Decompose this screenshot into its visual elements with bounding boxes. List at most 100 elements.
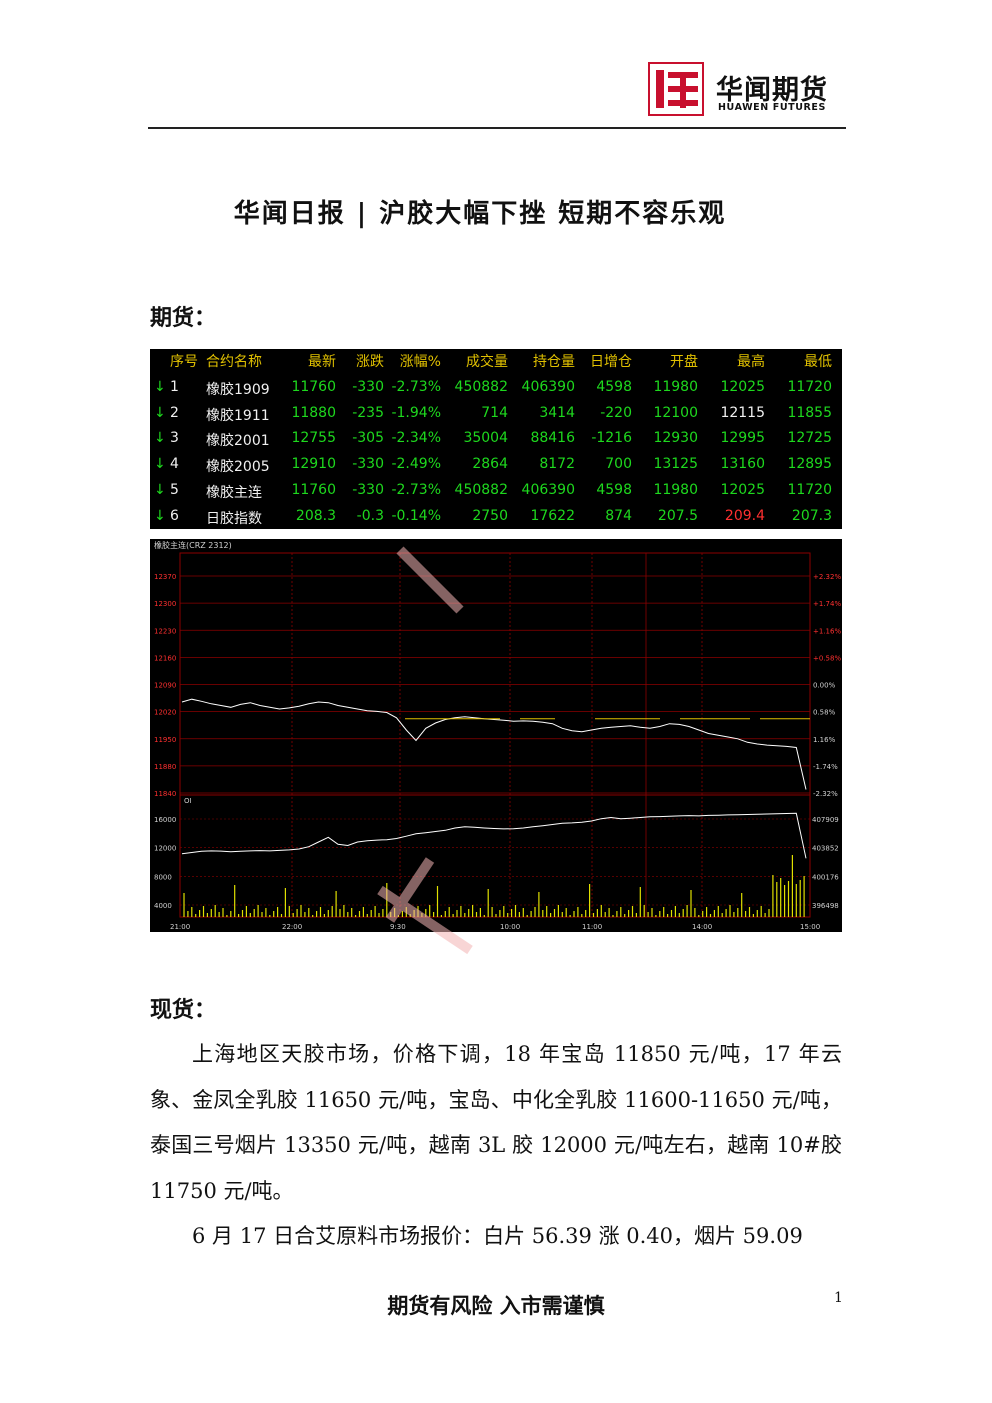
quote-open: 12930 [653, 430, 698, 447]
quote-oi: 3414 [539, 404, 575, 421]
quote-open: 207.5 [657, 507, 698, 524]
quote-row[interactable]: ↓ 5 橡胶主连 11760 -330 -2.73% 450882 406390 4598 119… [150, 478, 842, 504]
quote-doi: 4598 [596, 481, 632, 498]
quote-chg: -330 [352, 379, 384, 395]
column-header: 最低 [804, 354, 832, 370]
quote-low: 11720 [787, 379, 832, 395]
oi-right-tick-label: 396498 [812, 902, 839, 910]
quote-name: 橡胶1909 [206, 382, 270, 398]
quote-high: 12995 [720, 430, 765, 447]
down-arrow-icon: ↓ [154, 481, 166, 498]
column-header: 开盘 [670, 354, 698, 370]
risk-disclaimer: 期货有风险 入市需谨慎 [387, 1294, 605, 1318]
quote-no: 3 [170, 430, 179, 447]
price-tick-label: 12090 [154, 682, 176, 690]
oi-tick-label: 12000 [154, 845, 176, 853]
quote-no: 2 [170, 404, 179, 421]
down-arrow-icon: ↓ [154, 507, 166, 524]
time-tick-label: 15:00 [800, 923, 820, 931]
down-arrow-icon: ↓ [154, 456, 166, 473]
down-arrow-icon: ↓ [154, 379, 166, 395]
quote-oi: 406390 [521, 481, 575, 498]
quote-last: 12755 [291, 430, 336, 447]
quote-oi: 88416 [530, 430, 575, 447]
quote-name: 橡胶主连 [206, 484, 262, 501]
time-tick-label: 22:00 [282, 923, 302, 931]
quote-no: 6 [170, 507, 179, 524]
oi-label: OI [184, 797, 192, 805]
quote-doi: 4598 [596, 379, 632, 395]
pct-tick-label: 0.00% [813, 682, 836, 690]
quote-pct: -2.73% [391, 379, 441, 395]
column-header: 合约名称 [206, 354, 262, 370]
price-line [181, 698, 807, 790]
pct-tick-label: +1.74% [813, 600, 841, 608]
quote-table: 序号 合约名称 最新 涨跌 涨幅% 成交量 持仓量 日增仓 开盘 最高 最低 ↓ 1 橡胶1909 1176… [150, 349, 842, 529]
quote-name: 橡胶2005 [206, 459, 270, 476]
quote-name: 橡胶1911 [206, 407, 270, 424]
price-tick-label: 12020 [154, 709, 176, 717]
quote-open: 13125 [653, 456, 698, 473]
huawen-logo-icon [648, 62, 704, 116]
quote-last: 11760 [291, 481, 336, 498]
oi-tick-label: 4000 [154, 902, 172, 910]
quote-row[interactable]: ↓ 6 日胶指数 208.3 -0.3 -0.14% 2750 17622 874 207.5 20… [150, 504, 842, 530]
quote-name: 日胶指数 [206, 510, 262, 527]
quote-vol: 35004 [463, 430, 508, 447]
quote-low: 11855 [787, 404, 832, 421]
quote-pct: -0.14% [391, 507, 441, 524]
quote-oi: 406390 [521, 379, 575, 395]
header-divider [148, 127, 846, 129]
intraday-chart: 橡胶主连(CRZ 2312) 12370 +2.32% 12300 +1.74% 1223… [150, 539, 842, 932]
quote-pct: -2.34% [391, 430, 441, 447]
quote-row[interactable]: ↓ 3 橡胶2001 12755 -305 -2.34% 35004 88416 -1216 12… [150, 426, 842, 452]
quote-last: 11880 [291, 404, 336, 421]
page-number: 1 [834, 1290, 843, 1306]
oi-right-tick-label: 400176 [812, 873, 839, 881]
quote-oi: 17622 [530, 507, 575, 524]
price-tick-label: 11840 [154, 790, 176, 798]
quote-row[interactable]: ↓ 1 橡胶1909 11760 -330 -2.73% 450882 406390 4598 1… [150, 375, 842, 401]
oi-tick-label: 8000 [154, 873, 172, 881]
report-title: 华闻日报 | 沪胶大幅下挫 短期不容乐观 [233, 199, 727, 229]
quote-pct: -1.94% [391, 404, 441, 421]
price-tick-label: 12370 [154, 573, 176, 581]
chart-title: 橡胶主连(CRZ 2312) [154, 540, 232, 550]
quote-last: 11760 [291, 379, 336, 395]
pct-tick-label: +1.16% [813, 627, 841, 635]
time-tick-label: 11:00 [582, 923, 602, 931]
pct-tick-label: +0.58% [813, 654, 841, 662]
down-arrow-icon: ↓ [154, 430, 166, 447]
quote-no: 1 [170, 379, 179, 395]
quote-row[interactable]: ↓ 2 橡胶1911 11880 -235 -1.94% 714 3414 -220 12100 1… [150, 401, 842, 427]
quote-vol: 450882 [454, 481, 508, 498]
quote-high: 12025 [720, 379, 765, 395]
quote-open: 11980 [653, 481, 698, 498]
quote-chg: -235 [352, 404, 384, 421]
quote-doi: 874 [605, 507, 632, 524]
quote-vol: 714 [481, 404, 508, 421]
spot-heading: 现货： [150, 997, 217, 1023]
quote-vol: 450882 [454, 379, 508, 395]
pct-tick-label: -1.74% [813, 763, 838, 771]
pct-tick-label: -2.32% [813, 790, 838, 798]
quote-row[interactable]: ↓ 4 橡胶2005 12910 -330 -2.49% 2864 8172 700 13125 1… [150, 452, 842, 478]
column-header: 序号 [170, 354, 198, 370]
pct-tick-label: 1.16% [813, 736, 836, 744]
quote-low: 12725 [787, 430, 832, 447]
column-header: 最高 [737, 354, 765, 370]
intraday-chart-svg: 橡胶主连(CRZ 2312) 12370 +2.32% 12300 +1.74% 1223… [154, 540, 841, 931]
column-header: 涨跌 [356, 354, 384, 370]
quote-doi: 700 [605, 456, 632, 473]
quote-low: 12895 [787, 456, 832, 473]
price-tick-label: 12230 [154, 627, 176, 635]
price-tick-label: 12300 [154, 600, 176, 608]
quote-pct: -2.49% [391, 456, 441, 473]
price-tick-label: 12160 [154, 654, 176, 662]
quote-low: 207.3 [791, 507, 832, 524]
column-header: 日增仓 [590, 354, 632, 370]
quote-low: 11720 [787, 481, 832, 498]
column-header: 持仓量 [533, 354, 575, 370]
column-header: 成交量 [466, 354, 508, 370]
quote-no: 4 [170, 456, 179, 473]
